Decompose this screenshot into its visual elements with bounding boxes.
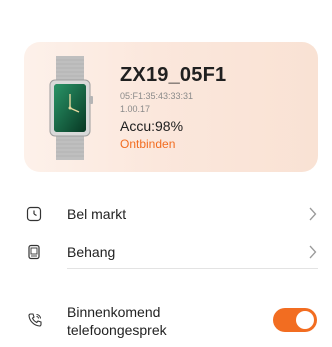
incoming-call-label-line1: Binnenkomend [67,304,161,320]
menu-item-watch-faces[interactable]: Bel markt [0,202,332,226]
device-mac-address: 05:F1:35:43:33:31 [120,91,194,101]
chevron-right-icon [309,207,317,221]
device-info: ZX19_05F1 05:F1:35:43:33:31 1.00.17 Accu… [120,64,226,152]
menu-item-label: Behang [67,244,116,260]
wallpaper-icon [28,244,40,260]
toggle-knob [296,311,314,329]
device-battery: Accu:98% [120,118,184,134]
phone-incoming-icon [28,313,42,327]
incoming-call-label-line2: telefoongesprek [67,322,167,338]
chevron-right-icon [309,245,317,259]
watch-face-icon [26,206,42,222]
unbind-button[interactable]: Ontbinden [120,137,226,152]
device-name: ZX19_05F1 [120,64,227,86]
smartwatch-image [49,56,93,160]
device-card: ZX19_05F1 05:F1:35:43:33:31 1.00.17 Accu… [24,42,318,172]
divider [67,268,318,269]
menu-item-label: Bel markt [67,206,127,222]
device-firmware-version: 1.00.17 [120,104,151,114]
incoming-call-toggle[interactable] [273,308,317,332]
menu-item-wallpaper[interactable]: Behang [0,240,332,264]
